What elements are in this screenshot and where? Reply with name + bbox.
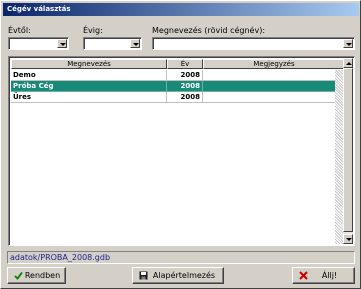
cell-note bbox=[203, 92, 345, 103]
to-year-label: Évig: bbox=[83, 26, 103, 35]
column-header-name[interactable]: Megnevezés bbox=[11, 59, 167, 69]
default-button-label: Alapértelmezés bbox=[152, 271, 216, 280]
row-indicator-strip bbox=[335, 70, 343, 244]
default-button[interactable]: Alapértelmezés bbox=[132, 267, 224, 284]
cell-name: Üres bbox=[11, 92, 167, 103]
scrollbar-thumb[interactable] bbox=[343, 68, 353, 232]
cell-note bbox=[203, 81, 345, 92]
cell-year: 2008 bbox=[167, 70, 203, 81]
cell-year: 2008 bbox=[167, 81, 203, 92]
vertical-scrollbar[interactable] bbox=[343, 58, 353, 244]
company-year-grid[interactable]: Megnevezés Év Megjegyzés Demo 2008 Próba… bbox=[8, 56, 355, 246]
cancel-button[interactable]: Állj! bbox=[292, 267, 355, 284]
chevron-down-icon[interactable] bbox=[343, 39, 353, 48]
table-row[interactable]: Üres 2008 bbox=[11, 92, 345, 103]
chevron-down-icon[interactable] bbox=[57, 39, 67, 48]
company-name-select[interactable] bbox=[152, 37, 355, 50]
ok-button[interactable]: Rendben bbox=[7, 267, 66, 284]
to-year-select[interactable] bbox=[83, 37, 142, 50]
cell-name: Próba Cég bbox=[11, 81, 167, 92]
cell-note bbox=[203, 70, 345, 81]
cell-year: 2008 bbox=[167, 92, 203, 103]
column-header-year[interactable]: Év bbox=[167, 59, 203, 69]
close-icon bbox=[299, 271, 308, 280]
from-year-select[interactable] bbox=[8, 37, 69, 50]
company-name-label: Megnevezés (rövid cégnév): bbox=[152, 26, 266, 35]
checkmark-icon bbox=[14, 271, 23, 280]
table-row-selected[interactable]: Próba Cég 2008 bbox=[11, 81, 345, 92]
column-header-note[interactable]: Megjegyzés bbox=[203, 59, 345, 69]
cell-name: Demo bbox=[11, 70, 167, 81]
window-title: Cégév választás bbox=[3, 3, 359, 16]
company-year-dialog: Cégév választás Évtől: Évig: Megnevezés … bbox=[0, 0, 361, 289]
floppy-disk-icon bbox=[139, 271, 148, 280]
chevron-down-icon[interactable] bbox=[130, 39, 140, 48]
scroll-down-icon[interactable] bbox=[343, 234, 353, 244]
scroll-up-icon[interactable] bbox=[343, 58, 353, 68]
table-row[interactable]: Demo 2008 bbox=[11, 70, 345, 81]
database-path: adatok/PROBA_2008.gdb bbox=[7, 251, 355, 264]
from-year-label: Évtől: bbox=[8, 26, 31, 35]
cancel-button-label: Állj! bbox=[321, 271, 338, 280]
